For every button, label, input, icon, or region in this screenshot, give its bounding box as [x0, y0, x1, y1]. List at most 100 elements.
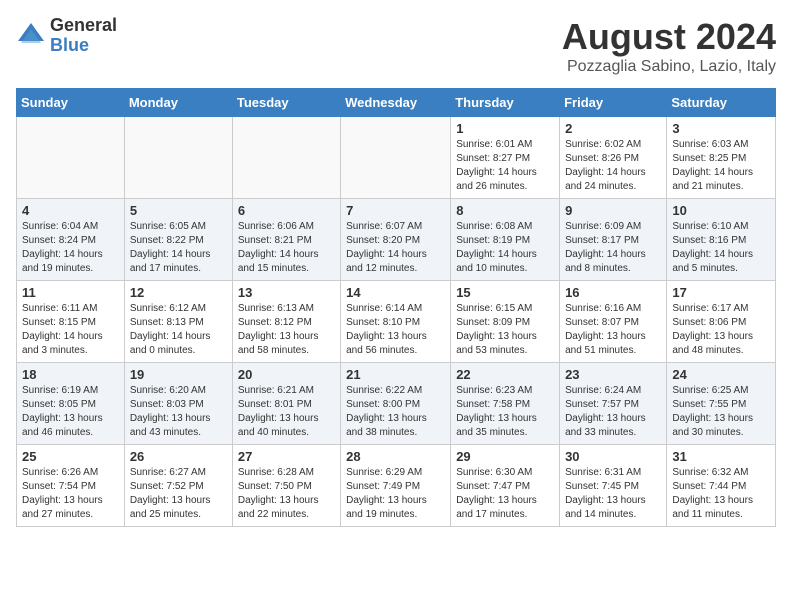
- day-info: Sunrise: 6:28 AM Sunset: 7:50 PM Dayligh…: [238, 466, 335, 522]
- day-number: 28: [346, 449, 445, 464]
- day-number: 5: [130, 203, 227, 218]
- calendar-cell: 15Sunrise: 6:15 AM Sunset: 8:09 PM Dayli…: [451, 281, 560, 363]
- calendar-cell: 8Sunrise: 6:08 AM Sunset: 8:19 PM Daylig…: [451, 199, 560, 281]
- calendar-cell: 11Sunrise: 6:11 AM Sunset: 8:15 PM Dayli…: [17, 281, 125, 363]
- day-info: Sunrise: 6:14 AM Sunset: 8:10 PM Dayligh…: [346, 302, 445, 358]
- calendar-week-row: 18 Sunrise: 6:19 AM Sunset: 8:05 PM Dayli…: [17, 363, 776, 445]
- day-number: 18: [22, 367, 119, 382]
- calendar-header-row: SundayMondayTuesdayWednesdayThursdayFrid…: [17, 89, 776, 117]
- logo-icon: [16, 21, 46, 51]
- day-number: 6: [238, 203, 335, 218]
- day-info: Sunrise: 6:26 AM Sunset: 7:54 PM Dayligh…: [22, 466, 119, 522]
- day-info: Sunrise: 6:06 AM Sunset: 8:21 PM Dayligh…: [238, 220, 335, 276]
- calendar-week-row: 1 Sunrise: 6:01 AM Sunset: 8:27 PM Daylig…: [17, 117, 776, 199]
- day-info: Sunrise: 6:04 AM Sunset: 8:24 PM Dayligh…: [22, 220, 119, 276]
- calendar-table: SundayMondayTuesdayWednesdayThursdayFrid…: [16, 88, 776, 527]
- day-number: 17: [672, 285, 770, 300]
- calendar-cell: 21 Sunrise: 6:22 AM Sunset: 8:00 PM Dayli…: [341, 363, 451, 445]
- day-info: Sunrise: 6:29 AM Sunset: 7:49 PM Dayligh…: [346, 466, 445, 522]
- day-number: 8: [456, 203, 554, 218]
- calendar-cell: 17 Sunrise: 6:17 AM Sunset: 8:06 PM Dayli…: [667, 281, 776, 363]
- day-number: 14: [346, 285, 445, 300]
- day-info: Sunrise: 6:17 AM Sunset: 8:06 PM Dayligh…: [672, 302, 770, 358]
- day-info: Sunrise: 6:11 AM Sunset: 8:15 PM Dayligh…: [22, 302, 119, 358]
- calendar-cell: 18 Sunrise: 6:19 AM Sunset: 8:05 PM Dayli…: [17, 363, 125, 445]
- calendar-cell: 16 Sunrise: 6:16 AM Sunset: 8:07 PM Dayli…: [560, 281, 667, 363]
- calendar-body: 1 Sunrise: 6:01 AM Sunset: 8:27 PM Daylig…: [17, 117, 776, 527]
- day-info: Sunrise: 6:09 AM Sunset: 8:17 PM Dayligh…: [565, 220, 661, 276]
- calendar-cell: 6 Sunrise: 6:06 AM Sunset: 8:21 PM Daylig…: [232, 199, 340, 281]
- day-number: 24: [672, 367, 770, 382]
- day-info: Sunrise: 6:20 AM Sunset: 8:03 PM Dayligh…: [130, 384, 227, 440]
- day-number: 20: [238, 367, 335, 382]
- day-number: 29: [456, 449, 554, 464]
- day-info: Sunrise: 6:10 AM Sunset: 8:16 PM Dayligh…: [672, 220, 770, 276]
- calendar-cell: 13Sunrise: 6:13 AM Sunset: 8:12 PM Dayli…: [232, 281, 340, 363]
- day-number: 12: [130, 285, 227, 300]
- day-info: Sunrise: 6:31 AM Sunset: 7:45 PM Dayligh…: [565, 466, 661, 522]
- day-number: 7: [346, 203, 445, 218]
- day-info: Sunrise: 6:22 AM Sunset: 8:00 PM Dayligh…: [346, 384, 445, 440]
- day-info: Sunrise: 6:01 AM Sunset: 8:27 PM Dayligh…: [456, 138, 554, 194]
- calendar-cell: [17, 117, 125, 199]
- calendar-cell: 27 Sunrise: 6:28 AM Sunset: 7:50 PM Dayli…: [232, 445, 340, 527]
- calendar-day-header: Sunday: [17, 89, 125, 117]
- day-info: Sunrise: 6:21 AM Sunset: 8:01 PM Dayligh…: [238, 384, 335, 440]
- day-number: 13: [238, 285, 335, 300]
- day-number: 2: [565, 121, 661, 136]
- calendar-day-header: Thursday: [451, 89, 560, 117]
- calendar-cell: 12Sunrise: 6:12 AM Sunset: 8:13 PM Dayli…: [124, 281, 232, 363]
- day-info: Sunrise: 6:05 AM Sunset: 8:22 PM Dayligh…: [130, 220, 227, 276]
- title-block: August 2024 Pozzaglia Sabino, Lazio, Ita…: [562, 16, 776, 76]
- calendar-cell: 30 Sunrise: 6:31 AM Sunset: 7:45 PM Dayli…: [560, 445, 667, 527]
- day-number: 31: [672, 449, 770, 464]
- day-number: 3: [672, 121, 770, 136]
- calendar-cell: [124, 117, 232, 199]
- day-info: Sunrise: 6:23 AM Sunset: 7:58 PM Dayligh…: [456, 384, 554, 440]
- calendar-cell: 31Sunrise: 6:32 AM Sunset: 7:44 PM Dayli…: [667, 445, 776, 527]
- calendar-week-row: 4 Sunrise: 6:04 AM Sunset: 8:24 PM Daylig…: [17, 199, 776, 281]
- day-number: 23: [565, 367, 661, 382]
- day-number: 30: [565, 449, 661, 464]
- day-number: 4: [22, 203, 119, 218]
- day-info: Sunrise: 6:24 AM Sunset: 7:57 PM Dayligh…: [565, 384, 661, 440]
- calendar-cell: 26 Sunrise: 6:27 AM Sunset: 7:52 PM Dayli…: [124, 445, 232, 527]
- day-info: Sunrise: 6:30 AM Sunset: 7:47 PM Dayligh…: [456, 466, 554, 522]
- logo-blue-text: Blue: [50, 36, 117, 56]
- calendar-day-header: Monday: [124, 89, 232, 117]
- calendar-subtitle: Pozzaglia Sabino, Lazio, Italy: [562, 58, 776, 76]
- calendar-cell: 25 Sunrise: 6:26 AM Sunset: 7:54 PM Dayli…: [17, 445, 125, 527]
- day-info: Sunrise: 6:19 AM Sunset: 8:05 PM Dayligh…: [22, 384, 119, 440]
- calendar-cell: 1 Sunrise: 6:01 AM Sunset: 8:27 PM Daylig…: [451, 117, 560, 199]
- day-info: Sunrise: 6:07 AM Sunset: 8:20 PM Dayligh…: [346, 220, 445, 276]
- calendar-day-header: Friday: [560, 89, 667, 117]
- day-number: 16: [565, 285, 661, 300]
- calendar-week-row: 25 Sunrise: 6:26 AM Sunset: 7:54 PM Dayli…: [17, 445, 776, 527]
- day-info: Sunrise: 6:27 AM Sunset: 7:52 PM Dayligh…: [130, 466, 227, 522]
- calendar-cell: 7 Sunrise: 6:07 AM Sunset: 8:20 PM Daylig…: [341, 199, 451, 281]
- calendar-cell: 19 Sunrise: 6:20 AM Sunset: 8:03 PM Dayli…: [124, 363, 232, 445]
- day-number: 21: [346, 367, 445, 382]
- calendar-cell: 14 Sunrise: 6:14 AM Sunset: 8:10 PM Dayli…: [341, 281, 451, 363]
- day-number: 22: [456, 367, 554, 382]
- calendar-cell: 9Sunrise: 6:09 AM Sunset: 8:17 PM Daylig…: [560, 199, 667, 281]
- day-number: 25: [22, 449, 119, 464]
- day-info: Sunrise: 6:02 AM Sunset: 8:26 PM Dayligh…: [565, 138, 661, 194]
- calendar-cell: 10 Sunrise: 6:10 AM Sunset: 8:16 PM Dayli…: [667, 199, 776, 281]
- day-number: 27: [238, 449, 335, 464]
- calendar-cell: 20 Sunrise: 6:21 AM Sunset: 8:01 PM Dayli…: [232, 363, 340, 445]
- calendar-week-row: 11Sunrise: 6:11 AM Sunset: 8:15 PM Dayli…: [17, 281, 776, 363]
- day-number: 19: [130, 367, 227, 382]
- calendar-cell: 24 Sunrise: 6:25 AM Sunset: 7:55 PM Dayli…: [667, 363, 776, 445]
- day-info: Sunrise: 6:16 AM Sunset: 8:07 PM Dayligh…: [565, 302, 661, 358]
- calendar-day-header: Saturday: [667, 89, 776, 117]
- day-info: Sunrise: 6:03 AM Sunset: 8:25 PM Dayligh…: [672, 138, 770, 194]
- calendar-cell: 3 Sunrise: 6:03 AM Sunset: 8:25 PM Daylig…: [667, 117, 776, 199]
- day-number: 26: [130, 449, 227, 464]
- day-number: 1: [456, 121, 554, 136]
- logo-general-text: General: [50, 16, 117, 36]
- day-number: 10: [672, 203, 770, 218]
- day-info: Sunrise: 6:25 AM Sunset: 7:55 PM Dayligh…: [672, 384, 770, 440]
- calendar-cell: 22 Sunrise: 6:23 AM Sunset: 7:58 PM Dayli…: [451, 363, 560, 445]
- calendar-day-header: Tuesday: [232, 89, 340, 117]
